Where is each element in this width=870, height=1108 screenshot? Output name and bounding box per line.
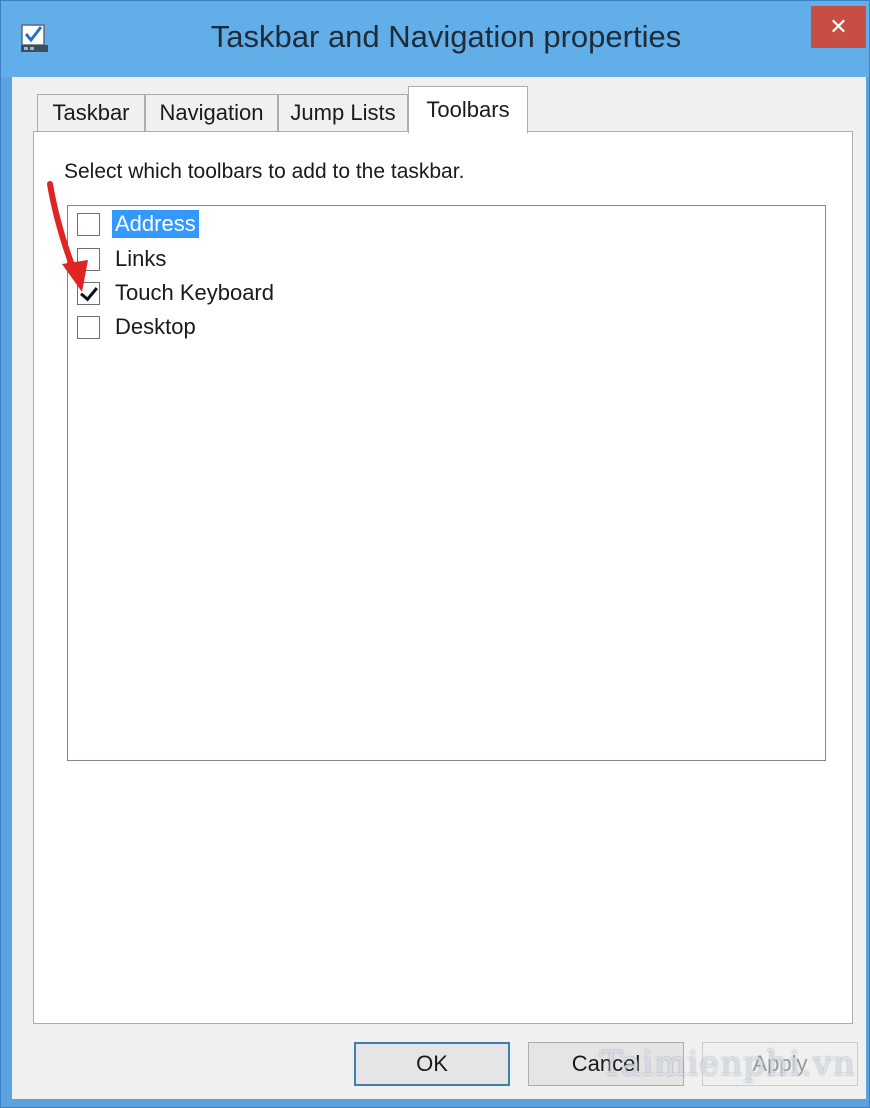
- ok-button[interactable]: OK: [354, 1042, 510, 1086]
- list-item-desktop[interactable]: Desktop: [77, 311, 199, 343]
- tab-label: Navigation: [159, 100, 264, 125]
- title-bar[interactable]: Taskbar and Navigation properties ✕: [1, 1, 869, 77]
- desktop-checkbox[interactable]: [77, 315, 100, 339]
- list-item-touch-keyboard[interactable]: Touch Keyboard: [77, 277, 277, 309]
- list-item-label: Desktop: [115, 314, 196, 339]
- dialog-client-area: Taskbar Navigation Jump Lists Toolbars S…: [12, 77, 866, 1099]
- tab-navigation[interactable]: Navigation: [145, 94, 278, 131]
- list-item-label: Address: [112, 210, 199, 238]
- window-title: Taskbar and Navigation properties: [210, 19, 682, 54]
- properties-window: Taskbar and Navigation properties ✕ Task…: [0, 0, 870, 1108]
- cancel-button[interactable]: Cancel: [528, 1042, 684, 1086]
- ok-button-label: OK: [416, 1051, 448, 1076]
- instruction-text: Select which toolbars to add to the task…: [64, 160, 465, 183]
- list-item-label: Links: [115, 246, 167, 271]
- close-button[interactable]: ✕: [811, 6, 866, 48]
- tab-label: Taskbar: [52, 100, 130, 125]
- list-item-label: Touch Keyboard: [115, 280, 274, 305]
- toolbars-list[interactable]: Address Links Touch Keyboard Desktop: [67, 205, 826, 761]
- toolbars-tab-panel: Select which toolbars to add to the task…: [33, 131, 853, 1024]
- tab-toolbars[interactable]: Toolbars: [408, 86, 528, 133]
- tab-taskbar[interactable]: Taskbar: [37, 94, 145, 131]
- red-arrow-annotation: [47, 181, 88, 292]
- tab-label: Toolbars: [426, 97, 510, 122]
- tab-label: Jump Lists: [290, 100, 396, 125]
- close-icon: ✕: [829, 14, 848, 40]
- apply-button-label: Apply: [752, 1051, 808, 1076]
- cancel-button-label: Cancel: [571, 1051, 641, 1076]
- apply-button[interactable]: Apply: [702, 1042, 858, 1086]
- tab-jump-lists[interactable]: Jump Lists: [278, 94, 408, 131]
